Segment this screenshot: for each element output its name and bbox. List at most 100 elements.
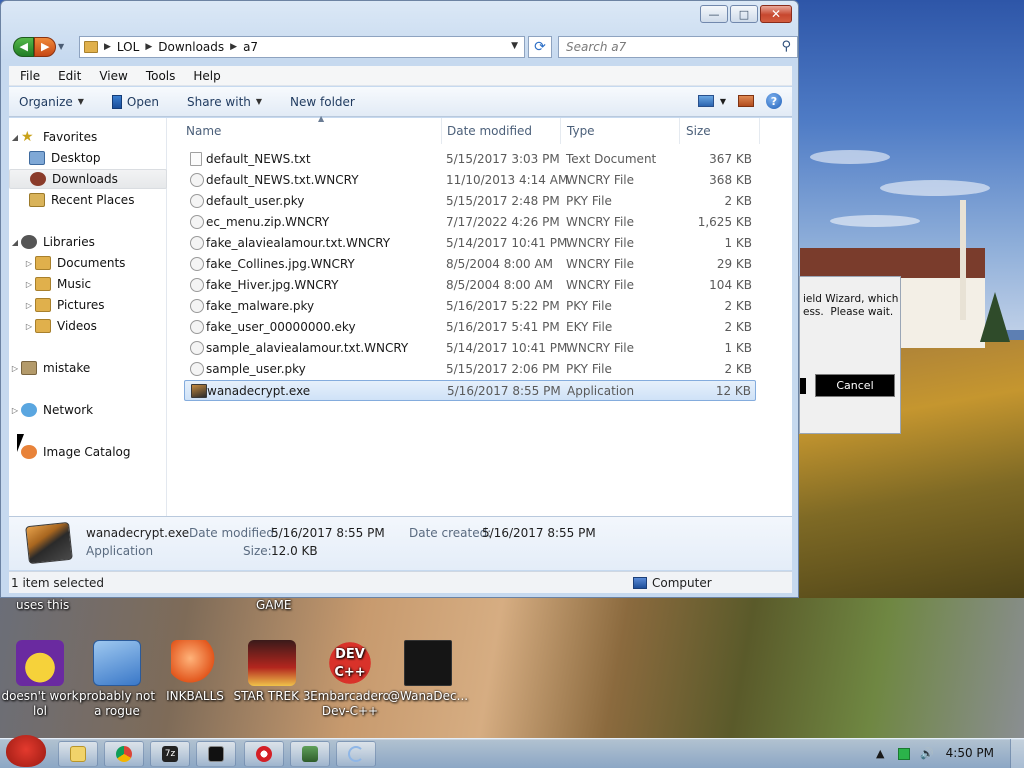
file-date: 5/16/2017 8:55 PM [447,384,561,398]
dialog-button-partial[interactable] [800,378,806,394]
desktop-icon-dev-cpp[interactable]: DEV C++ Embarcadero Dev-C++ [310,640,390,719]
detail-file-name: wanadecrypt.exe [86,526,190,540]
nav-videos[interactable]: ▷ Videos [9,316,167,336]
column-name[interactable]: Name ▲ [180,114,442,144]
new-folder-button[interactable]: New folder [280,95,365,109]
forward-arrow-icon: ▶ [40,40,50,53]
file-row-selected[interactable]: wanadecrypt.exe 5/16/2017 8:55 PM Applic… [184,380,756,401]
file-row[interactable]: fake_user_00000000.eky 5/16/2017 5:41 PM… [184,317,756,338]
address-dropdown-icon[interactable]: ▼ [511,41,518,51]
taskbar-explorer[interactable] [58,741,98,767]
nav-desktop[interactable]: Desktop [9,148,167,168]
dialog-cancel-button[interactable]: Cancel [815,374,895,397]
nav-recent-places[interactable]: Recent Places [9,190,167,210]
file-row[interactable]: fake_malware.pky 5/16/2017 5:22 PM PKY F… [184,296,756,317]
menu-tools[interactable]: Tools [137,66,185,85]
taskbar-opera[interactable] [244,741,284,767]
generic-file-icon [190,194,204,208]
desktop-icon-yahoo[interactable]: doesn't work lol [0,640,80,719]
collapsed-arrow-icon[interactable]: ▷ [23,259,35,268]
volume-icon[interactable]: 🔊 [920,747,934,760]
column-date-modified[interactable]: Date modified [441,118,561,144]
file-row[interactable]: fake_Collines.jpg.WNCRY 8/5/2004 8:00 AM… [184,254,756,275]
share-with-button[interactable]: Share with ▼ [177,95,272,109]
menu-help[interactable]: Help [184,66,229,85]
file-date: 7/17/2022 4:26 PM [446,215,560,229]
file-row[interactable]: default_NEWS.txt.WNCRY 11/10/2013 4:14 A… [184,170,756,191]
taskbar-chrome[interactable] [104,741,144,767]
network-status-icon[interactable] [898,748,910,760]
menu-file[interactable]: File [11,66,49,85]
menu-view[interactable]: View [90,66,136,85]
close-button[interactable]: ✕ [760,5,792,23]
file-row[interactable]: default_NEWS.txt 5/15/2017 3:03 PM Text … [184,149,756,170]
taskbar-loading[interactable] [336,741,376,767]
show-desktop-button[interactable] [1010,739,1024,768]
change-view-icon[interactable] [697,95,714,107]
expanded-arrow-icon[interactable]: ◢ [9,133,21,142]
collapsed-arrow-icon[interactable]: ▷ [9,364,21,373]
file-row[interactable]: default_user.pky 5/15/2017 2:48 PM PKY F… [184,191,756,212]
file-row[interactable]: ec_menu.zip.WNCRY 7/17/2022 4:26 PM WNCR… [184,212,756,233]
maximize-icon: □ [738,7,750,21]
taskbar-7zip[interactable]: 7z [150,741,190,767]
nav-network[interactable]: ▷ Network [9,400,167,420]
show-hidden-icons-icon[interactable]: ▲ [876,747,884,760]
nav-music[interactable]: ▷ Music [9,274,167,294]
column-type[interactable]: Type [561,118,680,144]
taskbar-cmd[interactable] [196,741,236,767]
clock[interactable]: 4:50 PM [946,746,994,760]
desktop-icon-rogue[interactable]: probably not a rogue [77,640,157,719]
desktop-icon-star-trek[interactable]: STAR TREK 3 [232,640,312,704]
address-bar[interactable]: ▶ LOL ▶ Downloads ▶ a7 ▼ [79,36,525,58]
nav-downloads[interactable]: Downloads [9,169,167,189]
collapsed-arrow-icon[interactable]: ▷ [23,280,35,289]
breadcrumb-lol[interactable]: LOL [117,40,139,54]
breadcrumb-separator-icon[interactable]: ▶ [145,42,152,52]
help-icon[interactable]: ? [766,93,782,109]
open-button[interactable]: Open [102,94,169,109]
forward-button[interactable]: ▶ [34,37,56,57]
search-input[interactable]: Search a7 ⚲ [558,36,798,58]
collapsed-arrow-icon[interactable]: ▷ [9,406,21,415]
nav-mistake[interactable]: ▷ mistake [9,358,167,378]
file-row[interactable]: fake_Hiver.jpg.WNCRY 8/5/2004 8:00 AM WN… [184,275,756,296]
file-name: fake_Hiver.jpg.WNCRY [206,278,339,292]
breadcrumb-downloads[interactable]: Downloads [158,40,224,54]
file-row[interactable]: fake_alaviealamour.txt.WNCRY 5/14/2017 1… [184,233,756,254]
menu-edit[interactable]: Edit [49,66,90,85]
refresh-button[interactable]: ⟳ [528,36,552,58]
collapsed-arrow-icon[interactable]: ▷ [23,322,35,331]
organize-button[interactable]: Organize ▼ [9,95,94,109]
minimize-button[interactable]: — [700,5,728,23]
status-location: Computer [633,576,712,590]
nav-documents[interactable]: ▷ Documents [9,253,167,273]
nav-libraries[interactable]: ◢ Libraries [9,232,167,252]
nav-image-catalog[interactable]: Image Catalog [9,442,167,462]
maximize-button[interactable]: □ [730,5,758,23]
desktop-label-partial[interactable]: uses this [16,598,69,612]
recent-pages-dropdown[interactable]: ▼ [56,37,65,57]
taskbar-monitor[interactable] [290,741,330,767]
start-button[interactable] [2,733,50,768]
column-size[interactable]: Size [680,118,760,144]
breadcrumb-separator-icon[interactable]: ▶ [104,42,111,52]
wanadecryptor-icon [404,640,452,686]
expanded-arrow-icon[interactable]: ◢ [9,238,21,247]
view-options-dropdown-icon[interactable]: ▼ [720,97,726,106]
desktop-icon-inkballs[interactable]: INKBALLS [155,640,235,704]
desktop-icon-wanadecryptor[interactable]: @WanaDec... [388,640,468,704]
preview-pane-icon[interactable] [738,95,754,107]
breadcrumb-a7[interactable]: a7 [243,40,258,54]
back-button[interactable]: ◀ [13,37,35,57]
star-icon: ★ [21,129,34,145]
nav-favorites[interactable]: ◢ ★ Favorites [9,127,167,147]
file-row[interactable]: sample_user.pky 5/15/2017 2:06 PM PKY Fi… [184,359,756,380]
collapsed-arrow-icon[interactable]: ▷ [23,301,35,310]
nav-pictures[interactable]: ▷ Pictures [9,295,167,315]
file-row[interactable]: sample_alaviealamour.txt.WNCRY 5/14/2017… [184,338,756,359]
breadcrumb-separator-icon[interactable]: ▶ [230,42,237,52]
desktop-label-partial[interactable]: GAME [256,598,291,612]
search-icon[interactable]: ⚲ [781,39,791,54]
file-size: 2 KB [724,299,752,313]
